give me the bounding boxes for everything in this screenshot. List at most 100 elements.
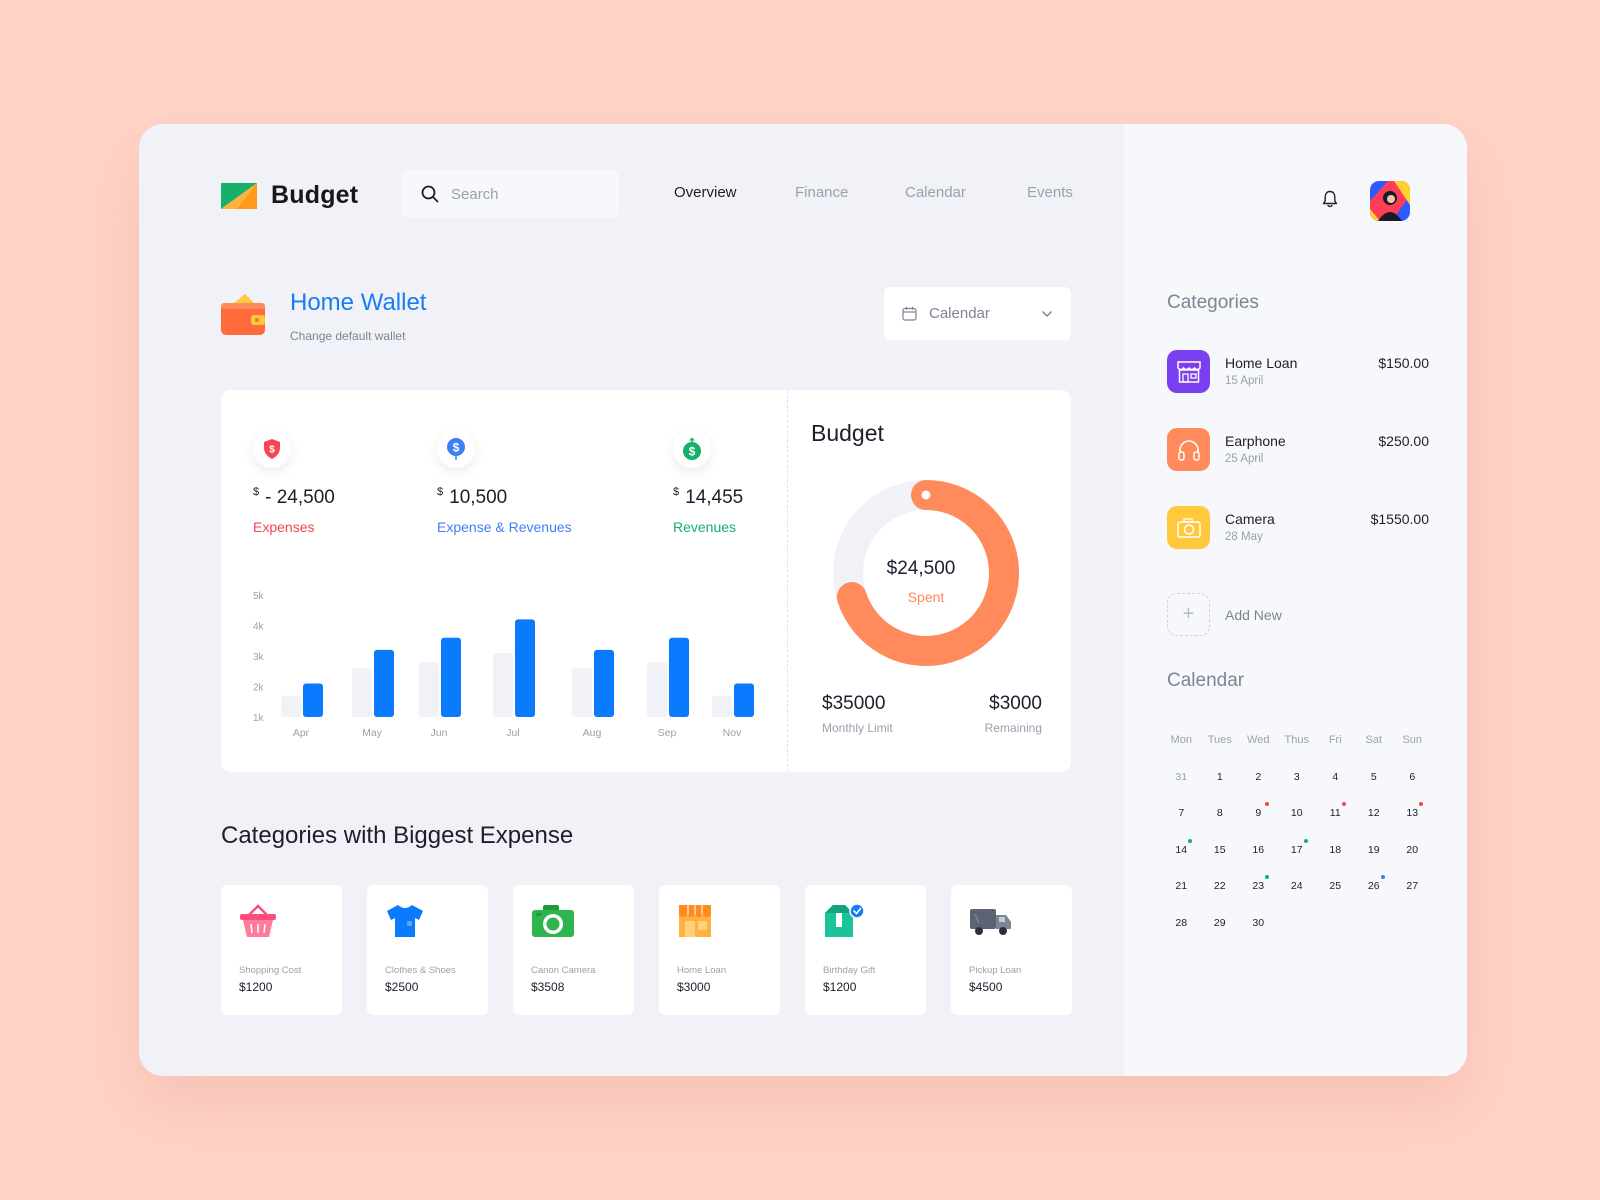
bar-value[interactable] <box>374 649 394 717</box>
spent-label: Spent <box>907 589 945 605</box>
calendar-day[interactable]: 22 <box>1201 880 1240 892</box>
calendar-day[interactable]: 25 <box>1316 880 1355 892</box>
nav-events[interactable]: Events <box>1027 184 1073 201</box>
x-tick-label: Aug <box>583 727 602 739</box>
calendar-day[interactable]: 17 <box>1278 838 1317 856</box>
bar-background[interactable] <box>419 662 439 717</box>
gift-box-icon <box>823 903 908 945</box>
calendar-dropdown[interactable]: Calendar <box>884 287 1071 340</box>
bar-background[interactable] <box>352 668 372 717</box>
user-avatar[interactable] <box>1370 181 1410 221</box>
calendar-day[interactable]: 15 <box>1201 844 1240 856</box>
calendar-day[interactable]: 1 <box>1201 771 1240 783</box>
expense-name: Home Loan <box>677 965 727 976</box>
stat-expense-revenues: $ $10,500 Expense & Revenues <box>437 430 572 535</box>
calendar-day[interactable]: 26 <box>1355 875 1394 892</box>
calendar-day[interactable]: 24 <box>1278 880 1317 892</box>
calendar-day[interactable]: 21 <box>1162 880 1201 892</box>
truck-icon <box>969 903 1054 945</box>
camera-icon <box>1167 506 1210 549</box>
bar-background[interactable] <box>493 652 513 717</box>
expense-card[interactable]: Home Loan $3000 <box>659 885 780 1015</box>
expense-card[interactable]: Canon Camera $3508 <box>513 885 634 1015</box>
calendar-day[interactable]: 3 <box>1278 771 1317 783</box>
app-name: Budget <box>271 181 359 209</box>
bar-value[interactable] <box>515 619 535 717</box>
remaining-label: Remaining <box>984 721 1042 735</box>
calendar-day[interactable]: 18 <box>1316 844 1355 856</box>
calendar-day[interactable]: 28 <box>1162 917 1201 929</box>
bar-value[interactable] <box>441 637 461 717</box>
category-amount: $250.00 <box>1378 433 1429 449</box>
calendar-day[interactable]: 30 <box>1239 917 1278 929</box>
calendar-day[interactable]: 4 <box>1316 771 1355 783</box>
expense-card[interactable]: Clothes & Shoes $2500 <box>367 885 488 1015</box>
bar-value[interactable] <box>303 683 323 717</box>
search-box[interactable] <box>401 170 619 218</box>
calendar-day[interactable]: 10 <box>1278 807 1317 819</box>
bar-background[interactable] <box>281 695 301 717</box>
spent-value: $24,500 <box>886 558 956 579</box>
bar-chart: 1k 2k 3k 4k 5k Apr May Jun Jul Aug Sep Nov <box>253 591 754 739</box>
calendar-day[interactable]: 19 <box>1355 844 1394 856</box>
calendar-day[interactable]: 29 <box>1201 917 1240 929</box>
weekday: Sun <box>1402 734 1423 747</box>
calendar-day[interactable]: 12 <box>1355 807 1394 819</box>
change-wallet-link[interactable]: Change default wallet <box>290 329 405 343</box>
expense-name: Canon Camera <box>531 965 596 976</box>
calendar-day[interactable]: 20 <box>1393 844 1432 856</box>
expense-name: Shopping Cost <box>239 965 302 976</box>
bar-value[interactable] <box>734 683 754 717</box>
bar-value[interactable] <box>669 637 689 717</box>
calendar-day[interactable]: 11 <box>1316 802 1355 819</box>
bar-background[interactable] <box>572 668 592 717</box>
stat-value: 14,455 <box>685 487 744 508</box>
category-item-camera[interactable]: Camera 28 May $1550.00 <box>1167 506 1429 550</box>
nav-finance[interactable]: Finance <box>795 184 848 201</box>
remaining-value: $3000 <box>989 693 1042 714</box>
calendar-day[interactable]: 31 <box>1162 771 1201 783</box>
calendar-day[interactable]: 7 <box>1162 807 1201 819</box>
monthly-limit: $35000 Monthly Limit <box>822 693 893 735</box>
search-input[interactable] <box>451 185 601 203</box>
notification-button[interactable] <box>1322 190 1338 213</box>
nav-calendar[interactable]: Calendar <box>905 184 966 201</box>
category-item-home-loan[interactable]: Home Loan 15 April $150.00 <box>1167 350 1429 394</box>
weekday: Mon <box>1170 734 1192 747</box>
calendar-day[interactable]: 2 <box>1239 771 1278 783</box>
calendar-day[interactable]: 8 <box>1201 807 1240 819</box>
calendar-day[interactable]: 9 <box>1239 802 1278 819</box>
nav-overview[interactable]: Overview <box>674 184 737 201</box>
expense-card[interactable]: Birthday Gift $1200 <box>805 885 926 1015</box>
calendar-weekdays: Mon Tues Wed Thus Fri Sat Sun <box>1162 722 1432 759</box>
weekday: Fri <box>1328 734 1342 747</box>
event-dot <box>1342 802 1346 807</box>
expense-card[interactable]: Shopping Cost $1200 <box>221 885 342 1015</box>
bar-background[interactable] <box>647 662 667 717</box>
bar-background[interactable] <box>712 695 732 717</box>
event-dot <box>1419 802 1423 807</box>
x-tick-label: May <box>362 727 383 739</box>
wallet-title[interactable]: Home Wallet <box>290 289 426 317</box>
calendar-day[interactable]: 13 <box>1393 802 1432 819</box>
event-dot <box>1380 875 1385 880</box>
calendar-day[interactable]: 23 <box>1239 875 1278 892</box>
category-item-earphone[interactable]: Earphone 25 April $250.00 <box>1167 428 1429 472</box>
bar-value[interactable] <box>594 649 614 717</box>
calendar-week: 14 15 16 17 18 19 20 <box>1162 832 1432 869</box>
app-window: Budget Overview Finance Calendar Events <box>139 124 1467 1076</box>
stat-currency: $ <box>673 486 680 498</box>
app-logo[interactable]: Budget <box>221 181 358 210</box>
expense-card[interactable]: Pickup Loan $4500 <box>951 885 1072 1015</box>
category-name: Camera <box>1225 511 1275 527</box>
stat-label: Revenues <box>673 519 737 535</box>
calendar-day[interactable]: 14 <box>1162 838 1201 856</box>
add-category-button[interactable]: + Add New <box>1167 593 1282 636</box>
calendar-day[interactable]: 27 <box>1393 880 1432 892</box>
expense-amount: $4500 <box>969 980 1003 994</box>
biggest-expense-title: Categories with Biggest Expense <box>221 822 574 849</box>
calendar-day[interactable]: 6 <box>1393 771 1432 783</box>
add-new-label: Add New <box>1225 606 1282 623</box>
calendar-day[interactable]: 16 <box>1239 844 1278 856</box>
calendar-day[interactable]: 5 <box>1355 771 1394 783</box>
